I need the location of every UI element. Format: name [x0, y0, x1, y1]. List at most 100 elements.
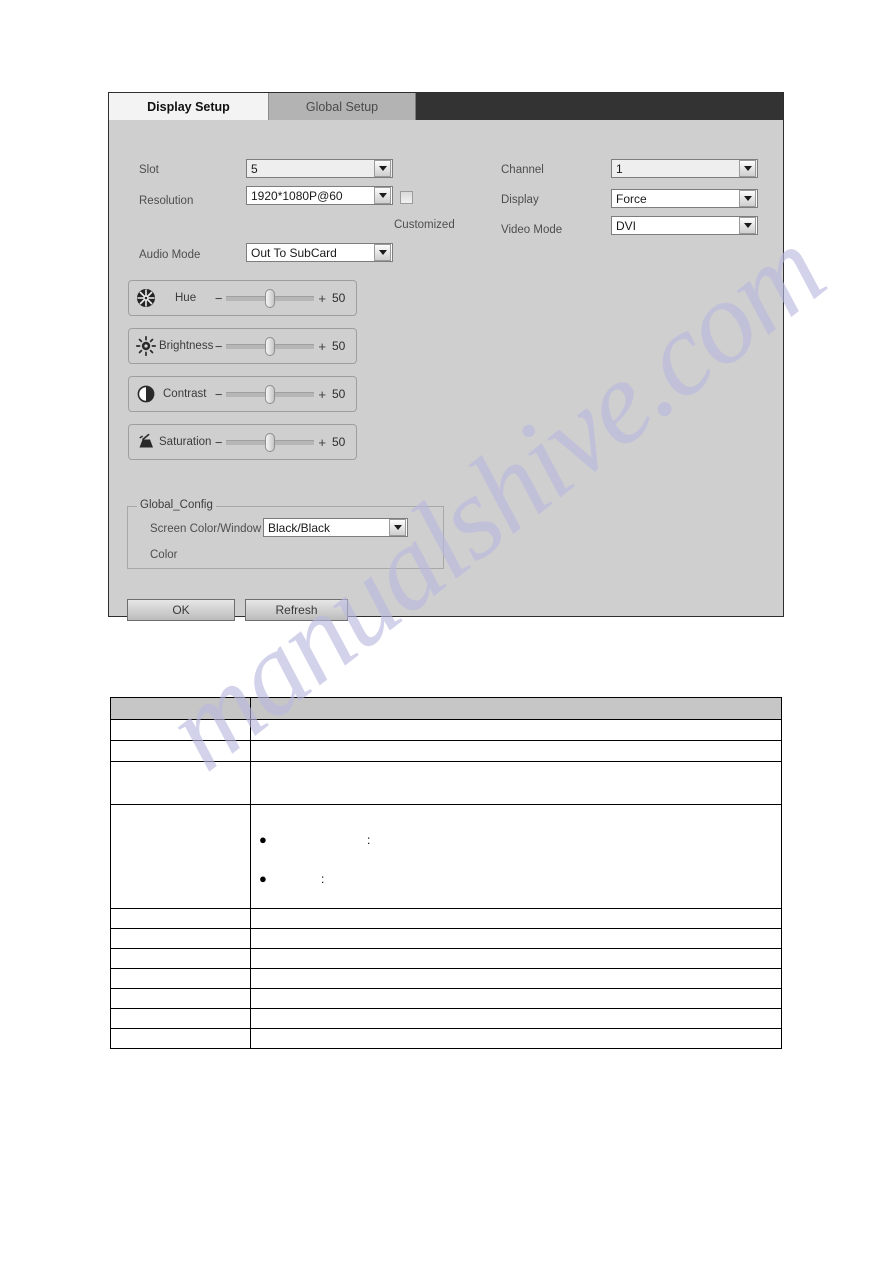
ok-button-label: OK [172, 603, 190, 617]
brightness-slider-row[interactable]: Brightness − + 50 [128, 328, 357, 364]
table-cell-desc [250, 761, 782, 805]
table-cell-desc [250, 988, 782, 1009]
brightness-decrease-button[interactable]: − [215, 340, 223, 353]
chevron-down-icon[interactable] [739, 217, 756, 234]
chevron-down-icon[interactable] [374, 187, 391, 204]
tab-bar-filler [416, 93, 783, 120]
contrast-slider-track[interactable] [226, 384, 315, 404]
video-mode-select[interactable]: DVI [611, 216, 758, 235]
sun-icon [135, 335, 157, 357]
table-row [110, 948, 782, 969]
slot-select[interactable]: 5 [246, 159, 393, 178]
brightness-slider-track[interactable] [226, 336, 315, 356]
hue-slider-track[interactable] [226, 288, 315, 308]
table-cell-desc [250, 968, 782, 989]
table-cell-name [110, 968, 251, 989]
customized-label: Customized [394, 219, 455, 231]
display-value: Force [616, 191, 647, 206]
brightness-increase-button[interactable]: + [318, 340, 326, 353]
table-row [110, 968, 782, 989]
audio-mode-label: Audio Mode [139, 249, 201, 261]
tab-global-setup-label: Global Setup [305, 99, 379, 114]
table-cell-name [110, 908, 251, 929]
resolution-value: 1920*1080P@60 [251, 188, 343, 203]
saturation-value: 50 [332, 435, 346, 449]
display-label: Display [501, 194, 539, 206]
video-mode-value: DVI [616, 218, 637, 233]
saturation-increase-button[interactable]: + [318, 436, 326, 449]
table-row [110, 1008, 782, 1029]
resolution-select[interactable]: 1920*1080P@60 [246, 186, 393, 205]
tab-display-setup-label: Display Setup [147, 99, 230, 114]
chevron-down-icon[interactable] [389, 519, 406, 536]
contrast-decrease-button[interactable]: − [215, 388, 223, 401]
brightness-slider-knob[interactable] [265, 336, 276, 356]
hue-slider-knob[interactable] [265, 288, 276, 308]
table-cell-name [110, 740, 251, 762]
audio-mode-value: Out To SubCard [251, 245, 337, 260]
chevron-down-icon[interactable] [739, 190, 756, 207]
channel-value: 1 [616, 161, 623, 176]
screen-color-select[interactable]: Black/Black [263, 518, 408, 537]
slot-label: Slot [139, 164, 159, 176]
contrast-icon [135, 383, 157, 405]
saturation-decrease-button[interactable]: − [215, 436, 223, 449]
saturation-slider-track[interactable] [226, 432, 315, 452]
table-row [110, 761, 782, 805]
refresh-button[interactable]: Refresh [245, 599, 348, 621]
table-cell-name [110, 928, 251, 949]
table-cell-name [110, 988, 251, 1009]
hue-value: 50 [332, 291, 346, 305]
saturation-icon [135, 431, 157, 453]
display-setup-dialog: Display Setup Global Setup Slot 5 Resolu… [108, 92, 784, 621]
table-cell-name [110, 1028, 251, 1049]
channel-label: Channel [501, 164, 544, 176]
table-header-cell-1 [110, 697, 251, 720]
global-config-group: Global_Config Screen Color/Window Color … [127, 499, 444, 569]
parameter-description-table: ● : ● : [110, 697, 782, 1049]
table-cell-desc: ● : ● : [250, 804, 782, 909]
chevron-down-icon[interactable] [374, 160, 391, 177]
contrast-value: 50 [332, 387, 346, 401]
table-cell-desc [250, 908, 782, 929]
bullet-marker: ● [259, 832, 267, 847]
screen-color-label-line1: Screen Color/Window [150, 523, 262, 535]
channel-select[interactable]: 1 [611, 159, 758, 178]
saturation-slider-knob[interactable] [265, 432, 276, 452]
table-header-row [110, 697, 782, 720]
saturation-label: Saturation [159, 436, 212, 448]
tab-global-setup[interactable]: Global Setup [269, 93, 416, 120]
refresh-button-label: Refresh [275, 603, 318, 617]
contrast-slider-knob[interactable] [265, 384, 276, 404]
chevron-down-icon[interactable] [374, 244, 391, 261]
table-cell-name [110, 761, 251, 805]
brightness-label: Brightness [159, 340, 214, 352]
tab-display-setup[interactable]: Display Setup [109, 93, 269, 120]
dialog-body: Slot 5 Resolution 1920*1080P@60 Customiz… [109, 120, 783, 621]
color-wheel-icon [135, 287, 157, 309]
hue-increase-button[interactable]: + [318, 292, 326, 305]
brightness-value: 50 [332, 339, 346, 353]
chevron-down-icon[interactable] [739, 160, 756, 177]
hue-label: Hue [175, 292, 197, 304]
table-row: ● : ● : [110, 804, 782, 909]
table-cell-desc [250, 1008, 782, 1029]
hue-decrease-button[interactable]: − [215, 292, 223, 305]
contrast-slider-row[interactable]: Contrast − + 50 [128, 376, 357, 412]
ok-button[interactable]: OK [127, 599, 235, 621]
table-cell-name [110, 804, 251, 909]
display-select[interactable]: Force [611, 189, 758, 208]
table-cell-desc [250, 740, 782, 762]
table-row [110, 928, 782, 949]
screen-color-value: Black/Black [268, 520, 331, 535]
table-body: ● : ● : [110, 697, 782, 1049]
table-cell-desc [250, 719, 782, 741]
customized-checkbox[interactable] [400, 191, 413, 204]
contrast-increase-button[interactable]: + [318, 388, 326, 401]
table-cell-desc [250, 948, 782, 969]
hue-slider-row[interactable]: Hue − + 50 [128, 280, 357, 316]
audio-mode-select[interactable]: Out To SubCard [246, 243, 393, 262]
table-cell-name [110, 719, 251, 741]
table-row [110, 908, 782, 929]
saturation-slider-row[interactable]: Saturation − + 50 [128, 424, 357, 460]
